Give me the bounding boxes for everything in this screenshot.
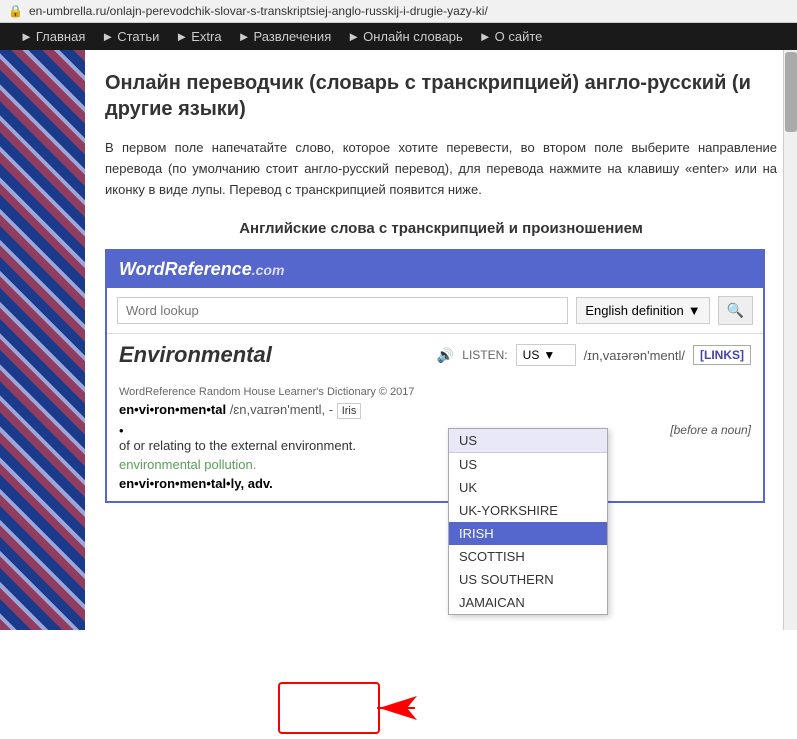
page-title: Онлайн переводчик (словарь с транскрипци… bbox=[105, 70, 777, 122]
search-button[interactable]: 🔍 bbox=[718, 296, 753, 325]
lock-icon: 🔒 bbox=[8, 4, 23, 18]
dropdown-item-uk[interactable]: UK bbox=[449, 476, 607, 499]
description-text: В первом поле напечатайте слово, которое… bbox=[105, 138, 777, 200]
dropdown-current-item[interactable]: US bbox=[449, 429, 607, 453]
word-lookup-input[interactable] bbox=[117, 297, 568, 324]
language-select[interactable]: English definition ▼ bbox=[576, 297, 709, 324]
scrollbar[interactable] bbox=[783, 50, 797, 630]
definition-example: environmental pollution. bbox=[119, 457, 751, 472]
page-background: Онлайн переводчик (словарь с транскрипци… bbox=[0, 50, 797, 630]
dropdown-item-uk-yorkshire[interactable]: UK-YORKSHIRE bbox=[449, 499, 607, 522]
dropdown-item-irish[interactable]: IRISH bbox=[449, 522, 607, 545]
dropdown-item-us[interactable]: US bbox=[449, 453, 607, 476]
nav-articles[interactable]: ► Статьи bbox=[101, 29, 159, 44]
bullet-point: • bbox=[119, 423, 124, 438]
nav-arrow-extra: ► bbox=[175, 29, 188, 44]
address-bar: 🔒 en-umbrella.ru/onlajn-perevodchik-slov… bbox=[0, 0, 797, 23]
wr-header: WordReference.com bbox=[107, 251, 763, 288]
nav-arrow-about: ► bbox=[479, 29, 492, 44]
nav-entertainment[interactable]: ► Развлечения bbox=[238, 29, 332, 44]
main-content: Онлайн переводчик (словарь с транскрипци… bbox=[85, 50, 797, 630]
nav-about[interactable]: ► О сайте bbox=[479, 29, 543, 44]
before-noun-label: [before a noun] bbox=[670, 423, 751, 437]
search-icon: 🔍 bbox=[727, 302, 744, 318]
transcription-text: /ɪn,vaɪərən'mentl/ bbox=[584, 348, 685, 363]
url-text: en-umbrella.ru/onlajn-perevodchik-slovar… bbox=[29, 4, 488, 18]
listen-speaker-icon: 🔊 bbox=[437, 347, 454, 364]
wr-search-bar: English definition ▼ 🔍 bbox=[107, 288, 763, 334]
definition-adverb: en•vi•ron•men•tal•ly, adv. bbox=[119, 476, 751, 491]
wr-logo: WordReference.com bbox=[119, 259, 284, 279]
listen-bar: 🔊 LISTEN: US ▼ /ɪn,vaɪərən'mentl/ [LINKS… bbox=[437, 344, 751, 366]
accent-dropdown-trigger[interactable]: US ▼ bbox=[516, 344, 576, 366]
listen-label: LISTEN: bbox=[462, 348, 507, 362]
dropdown-item-us-southern[interactable]: US SOUTHERN bbox=[449, 568, 607, 591]
nav-arrow-entertainment: ► bbox=[238, 29, 251, 44]
phonetic-ipa: /ɛn,vaɪrən'mentl, - bbox=[230, 402, 333, 417]
wordreference-widget: WordReference.com English definition ▼ 🔍 bbox=[105, 249, 765, 503]
phonetic-line: en•vi•ron•men•tal /ɛn,vaɪrən'mentl, - Ir… bbox=[119, 402, 751, 417]
wr-definition: WordReference Random House Learner's Dic… bbox=[107, 380, 763, 501]
accent-dropdown: US US UK UK-YORKSHIRE IRISH SCOTTISH US … bbox=[448, 428, 608, 615]
nav-arrow-home: ► bbox=[20, 29, 33, 44]
nav-extra[interactable]: ► Extra bbox=[175, 29, 221, 44]
nav-home[interactable]: ► Главная bbox=[20, 29, 85, 44]
links-button[interactable]: [LINKS] bbox=[693, 345, 751, 365]
dict-source: WordReference Random House Learner's Dic… bbox=[119, 386, 751, 398]
wr-entry: Environmental 🔊 LISTEN: US ▼ /ɪn,vaɪərən… bbox=[107, 334, 763, 380]
word-title: Environmental bbox=[119, 342, 272, 367]
dropdown-arrow-icon: ▼ bbox=[543, 348, 555, 362]
lang-arrow-icon: ▼ bbox=[688, 303, 701, 318]
iris-badge: Iris bbox=[337, 403, 362, 419]
nav-dictionary[interactable]: ► Онлайн словарь bbox=[347, 29, 463, 44]
nav-bar: ► Главная ► Статьи ► Extra ► Развлечения… bbox=[0, 23, 797, 50]
arrow-annotation bbox=[277, 681, 437, 736]
dropdown-item-scottish[interactable]: SCOTTISH bbox=[449, 545, 607, 568]
scrollbar-thumb[interactable] bbox=[785, 52, 797, 132]
nav-arrow-articles: ► bbox=[101, 29, 114, 44]
nav-arrow-dictionary: ► bbox=[347, 29, 360, 44]
union-jack-decoration bbox=[0, 50, 85, 630]
section-heading: Английские слова с транскрипцией и произ… bbox=[105, 220, 777, 237]
dropdown-item-jamaican[interactable]: JAMAICAN bbox=[449, 591, 607, 614]
definition-text: of or relating to the external environme… bbox=[119, 438, 751, 453]
phonetic-word: en•vi•ron•men•tal bbox=[119, 402, 226, 417]
